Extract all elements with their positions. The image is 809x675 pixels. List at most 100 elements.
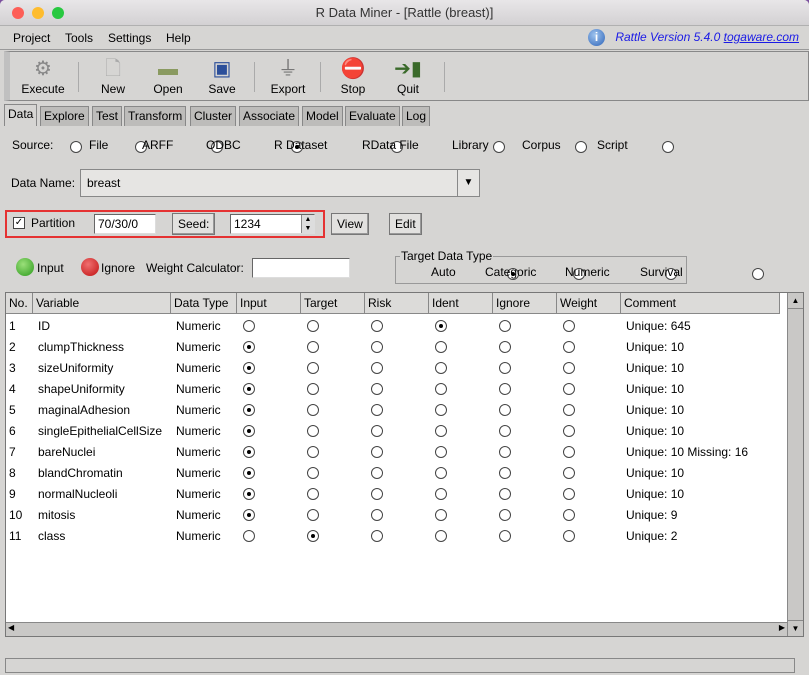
role-radio-risk[interactable] bbox=[371, 446, 383, 458]
column-header-2[interactable]: Data Type bbox=[171, 293, 237, 314]
target-type-radio-survival[interactable] bbox=[752, 267, 764, 280]
seed-button[interactable]: Seed: bbox=[172, 213, 216, 235]
source-radio-library[interactable] bbox=[493, 140, 505, 153]
role-radio-ignore[interactable] bbox=[499, 404, 511, 416]
role-radio-target[interactable] bbox=[307, 383, 319, 395]
column-header-9[interactable]: Comment bbox=[621, 293, 780, 314]
role-radio-target[interactable] bbox=[307, 467, 319, 479]
column-header-7[interactable]: Ignore bbox=[493, 293, 557, 314]
role-radio-weight[interactable] bbox=[563, 488, 575, 500]
role-radio-weight[interactable] bbox=[563, 362, 575, 374]
role-radio-risk[interactable] bbox=[371, 383, 383, 395]
role-radio-weight[interactable] bbox=[563, 383, 575, 395]
role-radio-input[interactable] bbox=[243, 362, 255, 374]
role-radio-risk[interactable] bbox=[371, 467, 383, 479]
role-radio-ident[interactable] bbox=[435, 446, 447, 458]
role-radio-input[interactable] bbox=[243, 320, 255, 332]
role-radio-input[interactable] bbox=[243, 383, 255, 395]
role-radio-ignore[interactable] bbox=[499, 446, 511, 458]
column-header-3[interactable]: Input bbox=[237, 293, 301, 314]
data-name-label: Data Name: bbox=[11, 176, 76, 190]
role-radio-input[interactable] bbox=[243, 467, 255, 479]
role-radio-target[interactable] bbox=[307, 404, 319, 416]
spinner-arrows-icon[interactable]: ▲ ▼ bbox=[301, 215, 314, 233]
role-radio-ident[interactable] bbox=[435, 425, 447, 437]
role-radio-ident[interactable] bbox=[435, 467, 447, 479]
partition-input[interactable]: 70/30/0 bbox=[94, 214, 156, 234]
row-number: 2 bbox=[9, 340, 16, 354]
column-header-0[interactable]: No. bbox=[6, 293, 33, 314]
column-header-6[interactable]: Ident bbox=[429, 293, 493, 314]
role-radio-input[interactable] bbox=[243, 341, 255, 353]
role-radio-ident[interactable] bbox=[435, 404, 447, 416]
role-radio-target[interactable] bbox=[307, 509, 319, 521]
scroll-right-icon[interactable]: ▶ bbox=[779, 623, 785, 632]
role-radio-weight[interactable] bbox=[563, 341, 575, 353]
role-radio-ignore[interactable] bbox=[499, 425, 511, 437]
role-radio-target[interactable] bbox=[307, 530, 319, 542]
role-radio-target[interactable] bbox=[307, 320, 319, 332]
role-radio-target[interactable] bbox=[307, 362, 319, 374]
role-radio-weight[interactable] bbox=[563, 530, 575, 542]
role-radio-ident[interactable] bbox=[435, 383, 447, 395]
role-radio-ident[interactable] bbox=[435, 530, 447, 542]
role-radio-target[interactable] bbox=[307, 341, 319, 353]
role-radio-risk[interactable] bbox=[371, 404, 383, 416]
weight-calculator-input[interactable] bbox=[252, 258, 350, 278]
role-radio-input[interactable] bbox=[243, 446, 255, 458]
role-radio-ignore[interactable] bbox=[499, 383, 511, 395]
data-name-combobox[interactable]: breast ▼ bbox=[80, 169, 480, 197]
role-radio-ignore[interactable] bbox=[499, 320, 511, 332]
role-radio-ident[interactable] bbox=[435, 362, 447, 374]
edit-button[interactable]: Edit bbox=[389, 213, 422, 235]
role-radio-ignore[interactable] bbox=[499, 488, 511, 500]
role-radio-ignore[interactable] bbox=[499, 530, 511, 542]
role-radio-input[interactable] bbox=[243, 404, 255, 416]
role-radio-weight[interactable] bbox=[563, 404, 575, 416]
vertical-scrollbar[interactable]: ▲ ▼ bbox=[787, 293, 803, 636]
role-radio-risk[interactable] bbox=[371, 320, 383, 332]
horizontal-scrollbar[interactable]: ◀ ▶ bbox=[6, 622, 787, 636]
role-radio-ident[interactable] bbox=[435, 488, 447, 500]
source-radio-file[interactable] bbox=[70, 140, 82, 153]
role-radio-weight[interactable] bbox=[563, 446, 575, 458]
role-radio-weight[interactable] bbox=[563, 320, 575, 332]
column-header-1[interactable]: Variable bbox=[33, 293, 171, 314]
role-radio-ignore[interactable] bbox=[499, 362, 511, 374]
partition-checkbox[interactable]: ✓ bbox=[13, 217, 25, 229]
role-radio-weight[interactable] bbox=[563, 425, 575, 437]
source-radio-corpus[interactable] bbox=[575, 140, 587, 153]
role-radio-risk[interactable] bbox=[371, 341, 383, 353]
role-radio-ignore[interactable] bbox=[499, 341, 511, 353]
role-radio-risk[interactable] bbox=[371, 530, 383, 542]
role-radio-target[interactable] bbox=[307, 488, 319, 500]
column-header-4[interactable]: Target bbox=[301, 293, 365, 314]
role-radio-risk[interactable] bbox=[371, 509, 383, 521]
role-radio-risk[interactable] bbox=[371, 425, 383, 437]
role-radio-ignore[interactable] bbox=[499, 467, 511, 479]
role-radio-target[interactable] bbox=[307, 446, 319, 458]
role-radio-target[interactable] bbox=[307, 425, 319, 437]
role-radio-weight[interactable] bbox=[563, 467, 575, 479]
column-header-5[interactable]: Risk bbox=[365, 293, 429, 314]
role-radio-ident[interactable] bbox=[435, 341, 447, 353]
role-radio-ignore[interactable] bbox=[499, 509, 511, 521]
role-radio-risk[interactable] bbox=[371, 488, 383, 500]
view-button[interactable]: View bbox=[331, 213, 369, 235]
role-radio-input[interactable] bbox=[243, 425, 255, 437]
role-radio-input[interactable] bbox=[243, 488, 255, 500]
role-radio-input[interactable] bbox=[243, 509, 255, 521]
data-type: Numeric bbox=[176, 424, 221, 438]
seed-spinner[interactable]: 1234 ▲ ▼ bbox=[230, 214, 315, 234]
role-radio-weight[interactable] bbox=[563, 509, 575, 521]
role-radio-ident[interactable] bbox=[435, 509, 447, 521]
role-radio-ident[interactable] bbox=[435, 320, 447, 332]
chevron-down-icon[interactable]: ▼ bbox=[457, 170, 479, 196]
source-radio-script[interactable] bbox=[662, 140, 674, 153]
scroll-up-icon[interactable]: ▲ bbox=[788, 293, 803, 309]
role-radio-risk[interactable] bbox=[371, 362, 383, 374]
scroll-left-icon[interactable]: ◀ bbox=[8, 623, 14, 632]
role-radio-input[interactable] bbox=[243, 530, 255, 542]
scroll-down-icon[interactable]: ▼ bbox=[788, 620, 803, 636]
column-header-8[interactable]: Weight bbox=[557, 293, 621, 314]
